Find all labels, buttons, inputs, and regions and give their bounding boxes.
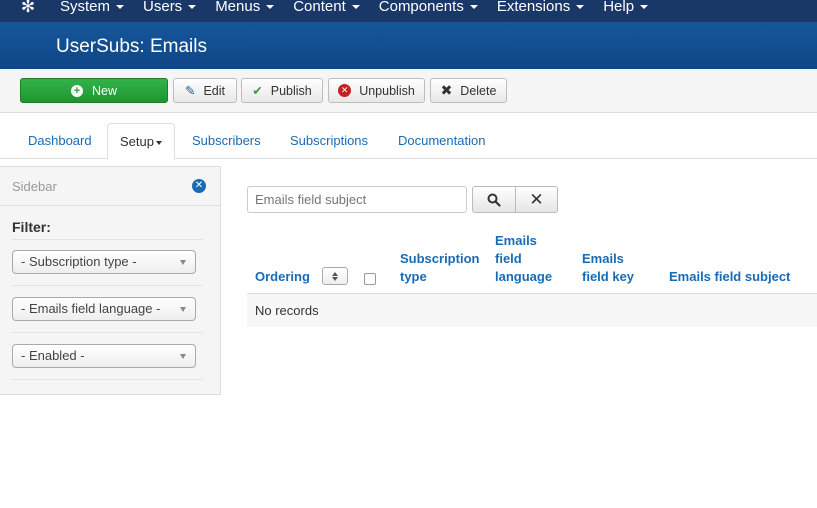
sidebar: Sidebar ✕ Filter: - Subscription type - … [0,166,221,395]
caret-down-icon [351,5,360,10]
divider [12,332,203,333]
divider [12,239,203,240]
menu-extensions[interactable]: Extensions [497,0,585,17]
enabled-filter[interactable]: - Enabled - [12,344,196,368]
delete-icon: ✖ [440,82,453,98]
dropdown-arrow-icon [180,307,186,312]
menu-components[interactable]: Components [379,0,478,17]
caret-down-icon [155,140,162,145]
menu-users[interactable]: Users [143,0,197,17]
publish-button-label: Publish [270,83,312,98]
sidebar-title: Sidebar [12,179,57,194]
caret-down-icon [469,5,478,10]
caret-down-icon [576,5,585,10]
sort-up-icon [332,272,338,276]
caret-down-icon [640,5,649,10]
edit-button[interactable]: ✎ Edit [173,78,237,103]
menu-help[interactable]: Help [603,0,649,17]
column-emails-field-subject[interactable]: Emails field subject [669,268,790,286]
new-button[interactable]: + New [20,78,168,103]
column-emails-field-language[interactable]: Emails field language [495,232,565,286]
ordering-sort-button[interactable] [322,267,348,285]
caret-down-icon [266,5,275,10]
caret-down-icon [116,5,125,10]
no-records-text: No records [255,303,319,318]
enabled-filter-value: - Enabled - [21,348,85,363]
top-navbar: ✻ System Users Menus Content Components … [0,0,817,22]
table-row: No records [247,294,817,327]
dropdown-arrow-icon [180,354,186,359]
unpublish-button[interactable]: ✕ Unpublish [328,78,425,103]
edit-icon: ✎ [184,84,196,98]
clear-icon: ✕ [529,190,544,209]
column-subscription-type[interactable]: Subscription type [400,250,488,286]
caret-down-icon [188,5,197,10]
menu-menus[interactable]: Menus [215,0,275,17]
sort-down-icon [332,277,338,281]
menu-system[interactable]: System [60,0,125,17]
unpublish-icon: ✕ [338,84,352,97]
emails-field-language-filter-value: - Emails field language - [21,301,161,316]
page-title: UserSubs: Emails [56,36,207,57]
tab-setup-label: Setup [120,134,154,149]
check-icon: ✔ [252,84,263,98]
divider [12,379,203,380]
search-button[interactable] [472,186,516,213]
column-emails-field-key[interactable]: Emails field key [582,250,652,286]
publish-button[interactable]: ✔ Publish [241,78,323,103]
sidebar-header: Sidebar ✕ [0,167,220,206]
close-sidebar-icon[interactable]: ✕ [192,179,206,193]
new-button-label: New [91,83,117,98]
clear-search-button[interactable]: ✕ [515,186,558,213]
delete-button-label: Delete [460,83,497,98]
submenu-tabs: Dashboard Setup Subscribers Subscription… [0,113,817,160]
divider [12,285,203,286]
dropdown-arrow-icon [180,260,186,265]
search-icon [487,193,501,207]
filter-label: Filter: [12,219,51,235]
menu-content[interactable]: Content [293,0,360,17]
delete-button[interactable]: ✖ Delete [430,78,507,103]
column-ordering[interactable]: Ordering [255,268,310,286]
joomla-logo-icon[interactable]: ✻ [18,0,38,19]
tab-setup[interactable]: Setup [107,123,175,160]
edit-button-label: Edit [203,83,226,98]
subscription-type-filter-value: - Subscription type - [21,254,137,269]
select-all-checkbox[interactable] [364,273,376,285]
tab-subscribers[interactable]: Subscribers [192,123,261,159]
tab-subscriptions[interactable]: Subscriptions [290,123,368,159]
subscription-type-filter[interactable]: - Subscription type - [12,250,196,274]
search-input[interactable] [247,186,467,213]
tab-dashboard[interactable]: Dashboard [28,123,92,159]
toolbar: + New ✎ Edit ✔ Publish ✕ Unpublish ✖ Del… [0,69,817,113]
plus-circle-icon: + [70,84,83,97]
main-menu: System Users Menus Content Components Ex… [60,0,667,17]
tab-documentation[interactable]: Documentation [398,123,485,159]
emails-field-language-filter[interactable]: - Emails field language - [12,297,196,321]
unpublish-button-label: Unpublish [359,83,415,98]
page-header: UserSubs: Emails [0,22,817,69]
